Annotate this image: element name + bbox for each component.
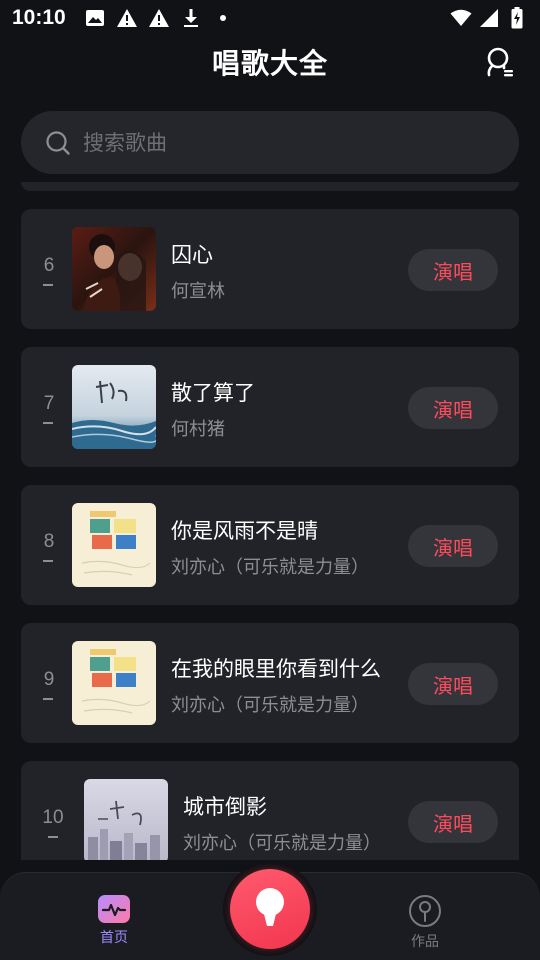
search-icon xyxy=(46,130,70,155)
record-button[interactable] xyxy=(230,869,310,949)
rank-underline xyxy=(43,698,53,700)
song-item[interactable]: 6 囚心 何宣林 演唱 xyxy=(21,209,519,329)
song-artist: 何村猪 xyxy=(171,419,225,440)
status-time: 10:10 xyxy=(12,6,66,29)
list-item-partial xyxy=(21,182,519,191)
song-item[interactable]: 7 散了算了 何村猪 演唱 xyxy=(21,347,519,467)
rank-underline xyxy=(43,284,53,286)
nav-label-home: 首页 xyxy=(100,930,128,946)
sing-button[interactable]: 演唱 xyxy=(408,525,498,567)
song-list[interactable]: 6 囚心 何宣林 演唱 7 散了算了 何村猪 演唱 8 你是风雨不是晴 刘亦心（… xyxy=(0,182,540,860)
mic-outline-icon xyxy=(409,895,441,927)
warning-icon xyxy=(116,7,138,29)
microphone-icon xyxy=(256,888,284,926)
wifi-icon xyxy=(450,7,472,29)
song-title: 在我的眼里你看到什么 xyxy=(171,657,381,681)
nav-item-works[interactable]: 作品 xyxy=(395,895,455,951)
image-icon xyxy=(84,7,106,29)
album-cover xyxy=(72,641,156,725)
search-bar[interactable] xyxy=(21,111,519,174)
record-button-wrapper xyxy=(223,862,317,956)
dot-icon xyxy=(212,7,234,29)
album-cover xyxy=(72,503,156,587)
song-artist: 刘亦心（可乐就是力量） xyxy=(171,557,369,578)
song-title: 散了算了 xyxy=(171,381,255,405)
sing-button[interactable]: 演唱 xyxy=(408,249,498,291)
album-cover xyxy=(84,779,168,860)
song-item[interactable]: 9 在我的眼里你看到什么 刘亦心（可乐就是力量） 演唱 xyxy=(21,623,519,743)
app-header: 唱歌大全 xyxy=(0,36,540,88)
page-title: 唱歌大全 xyxy=(211,47,328,80)
sing-button[interactable]: 演唱 xyxy=(408,663,498,705)
song-title: 囚心 xyxy=(171,243,213,267)
battery-icon xyxy=(506,7,528,29)
nav-label-works: 作品 xyxy=(411,934,439,950)
song-rank: 7 xyxy=(43,393,55,414)
nav-item-home[interactable]: 首页 xyxy=(84,895,144,947)
song-artist: 何宣林 xyxy=(171,281,225,302)
song-artist: 刘亦心（可乐就是力量） xyxy=(171,695,369,716)
song-rank: 10 xyxy=(42,807,64,828)
song-rank: 6 xyxy=(43,255,55,276)
notification-icons xyxy=(84,7,234,29)
profile-button[interactable] xyxy=(482,44,518,80)
song-rank: 9 xyxy=(43,669,55,690)
rank-underline xyxy=(48,836,58,838)
song-item[interactable]: 8 你是风雨不是晴 刘亦心（可乐就是力量） 演唱 xyxy=(21,485,519,605)
rank-underline xyxy=(43,422,53,424)
user-icon xyxy=(487,47,513,77)
system-icons xyxy=(450,7,528,29)
pulse-icon xyxy=(98,895,130,923)
album-cover xyxy=(72,227,156,311)
sing-button[interactable]: 演唱 xyxy=(408,801,498,843)
song-item[interactable]: 10 城市倒影 刘亦心（可乐就是力量） 演唱 xyxy=(21,761,519,860)
warning-icon xyxy=(148,7,170,29)
download-icon xyxy=(180,7,202,29)
search-input[interactable] xyxy=(83,130,463,155)
song-title: 城市倒影 xyxy=(183,795,267,819)
album-cover xyxy=(72,365,156,449)
song-artist: 刘亦心（可乐就是力量） xyxy=(183,833,381,854)
rank-underline xyxy=(43,560,53,562)
song-rank: 8 xyxy=(43,531,55,552)
song-title: 你是风雨不是晴 xyxy=(171,519,318,543)
status-bar: 10:10 xyxy=(0,0,540,36)
sing-button[interactable]: 演唱 xyxy=(408,387,498,429)
signal-icon xyxy=(478,7,500,29)
